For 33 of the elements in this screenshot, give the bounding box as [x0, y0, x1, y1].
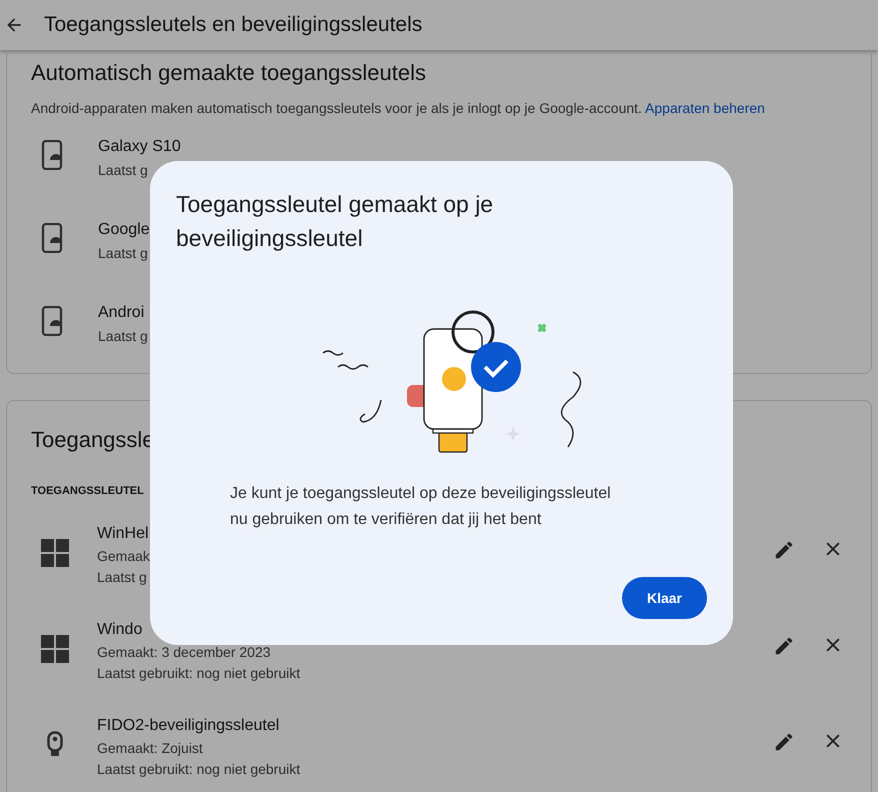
device-name: Galaxy S10 [98, 138, 181, 156]
windows-logo-icon [41, 539, 69, 567]
device-name: Google [98, 221, 150, 239]
manage-devices-link[interactable]: Apparaten beheren [645, 100, 765, 116]
last-used-text: Laatst g [98, 328, 148, 344]
page-title: Toegangssleutels en beveiligingssleutels [44, 13, 422, 37]
last-used-text: Laatst g [98, 245, 148, 261]
key-name: Windo [97, 621, 142, 639]
last-used-text: Laatst g [98, 162, 148, 178]
last-used-text: Laatst gebruikt: nog niet gebruikt [97, 665, 300, 681]
section-description: Android-apparaten maken automatisch toegangssleutels voor je als je inlogt op je Google-account. Apparaten beheren [31, 100, 766, 116]
last-used-text: Laatst g [97, 569, 147, 585]
section-title: Automatisch gemaakte toegangssleutels [31, 60, 426, 86]
last-used-text: Laatst gebruikt: nog niet gebruikt [97, 761, 300, 777]
done-button[interactable]: Klaar [622, 577, 707, 619]
phone-android-icon [41, 140, 65, 170]
created-text: Gemaakt: Zojuist [97, 740, 203, 756]
edit-icon[interactable] [773, 635, 795, 657]
key-name: WinHel [97, 525, 149, 543]
section-title: Toegangssle [31, 427, 155, 453]
phone-android-icon [41, 223, 65, 253]
security-key-icon [47, 731, 63, 757]
created-text: Gemaakt: 3 december 2023 [97, 644, 271, 660]
list-label: TOEGANGSSLEUTEL [31, 485, 144, 497]
dialog-message: Je kunt je toegangssleutel op deze beveiligingssleutel nu gebruiken om te verifiëren dat jij het bent [230, 484, 612, 530]
key-name: FIDO2-beveiligingssleutel [97, 717, 280, 735]
edit-icon[interactable] [773, 539, 795, 561]
dialog-title: Toegangssleutel gemaakt op je beveiligingssleutel [176, 190, 494, 253]
windows-logo-icon [41, 635, 69, 663]
edit-icon[interactable] [773, 731, 795, 753]
created-text: Gemaak [97, 548, 150, 564]
phone-android-icon [41, 306, 65, 336]
device-name: Androi [98, 304, 144, 322]
